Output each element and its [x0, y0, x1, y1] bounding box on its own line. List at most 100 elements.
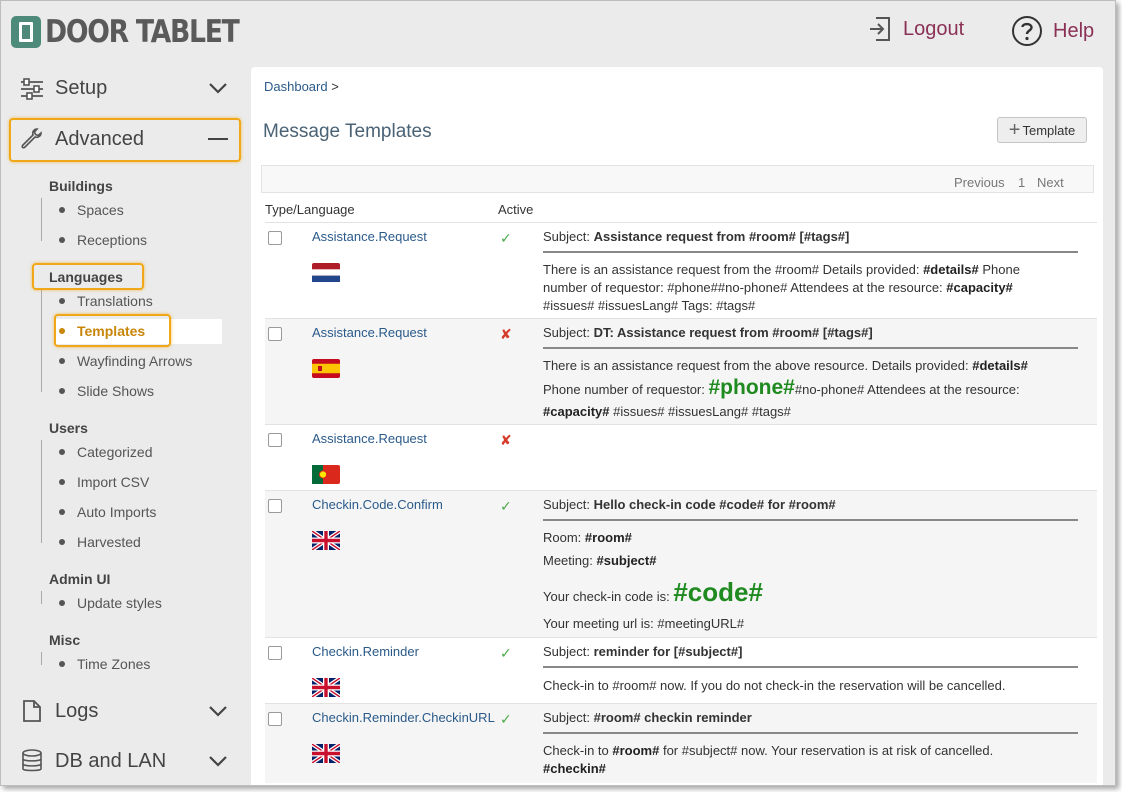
- tree-line: [41, 591, 42, 604]
- subject-label: Subject:: [543, 644, 590, 659]
- divider: [543, 251, 1078, 253]
- template-link[interactable]: Assistance.Request: [312, 229, 427, 244]
- sidebar-item-auto-imports[interactable]: Auto Imports: [59, 502, 156, 522]
- sidebar-item-setup[interactable]: Setup: [19, 77, 107, 100]
- pager-previous[interactable]: Previous: [954, 175, 1005, 190]
- subject-label: Subject:: [543, 710, 590, 725]
- divider: [543, 732, 1078, 734]
- sidebar-db-lan-label: DB and LAN: [55, 749, 167, 772]
- sidebar-setup-label: Setup: [55, 77, 108, 99]
- sidebar-item-update-styles[interactable]: Update styles: [59, 593, 162, 613]
- row-checkbox[interactable]: [268, 712, 282, 726]
- sidebar-item-slideshows[interactable]: Slide Shows: [59, 381, 154, 401]
- body-text: Room: #room#: [543, 530, 632, 545]
- subject-text: Hello check-in code #code# for #room#: [593, 497, 836, 512]
- body-text: Meeting: #subject#: [543, 553, 657, 568]
- door-logo-icon: [11, 16, 41, 48]
- sidebar-group-misc: Misc: [49, 632, 81, 648]
- subject-text: #room# checkin reminder: [593, 710, 752, 725]
- tree-line: [41, 440, 42, 543]
- help-link[interactable]: Help: [1011, 15, 1094, 47]
- divider: [543, 347, 1078, 349]
- pager: Previous 1 Next: [261, 165, 1094, 193]
- subject-label: Subject:: [543, 497, 590, 512]
- body-text: Your check-in code is: #code#: [543, 577, 763, 607]
- table-row: Assistance.Request ✘: [265, 424, 1097, 490]
- breadcrumb: Dashboard >: [264, 79, 339, 94]
- help-circle-icon: [1011, 15, 1043, 47]
- wrench-icon: [19, 127, 45, 151]
- body-text: There is an assistance request from the …: [543, 358, 1028, 373]
- logout-icon: [867, 15, 893, 43]
- body-text: Check-in to #room# for #subject# now. Yo…: [543, 743, 994, 758]
- sidebar-item-categorized[interactable]: Categorized: [59, 442, 153, 462]
- subject-text: Assistance request from #room# [#tags#]: [593, 229, 850, 244]
- body-text: #issues# #issuesLang# Tags: #tags#: [543, 298, 756, 313]
- column-header-active[interactable]: Active: [498, 202, 533, 217]
- sidebar-item-templates[interactable]: Templates: [59, 321, 145, 341]
- body-text: #capacity# #issues# #issuesLang# #tags#: [543, 404, 791, 419]
- row-checkbox[interactable]: [268, 327, 282, 341]
- active-check-icon: ✓: [500, 645, 512, 661]
- inactive-cross-icon: ✘: [500, 326, 512, 342]
- row-checkbox[interactable]: [268, 231, 282, 245]
- inactive-cross-icon: ✘: [500, 432, 512, 448]
- flag-uk-icon: [312, 678, 340, 697]
- breadcrumb-separator: >: [331, 79, 339, 94]
- table-row: Checkin.Code.Confirm ✓ Subject: Hello ch…: [265, 490, 1097, 637]
- sidebar-group-admin-ui: Admin UI: [49, 571, 111, 587]
- template-link[interactable]: Checkin.Reminder.CheckinURL: [312, 710, 495, 725]
- logo-text: DOOR TABLET: [45, 14, 240, 50]
- chevron-down-icon[interactable]: [208, 704, 228, 723]
- sidebar-item-advanced[interactable]: Advanced: [19, 127, 144, 151]
- body-text: Phone number of requestor: #phone##no-ph…: [543, 376, 1020, 399]
- template-link[interactable]: Assistance.Request: [312, 431, 427, 446]
- chevron-down-icon[interactable]: [208, 754, 228, 773]
- pager-page-1[interactable]: 1: [1018, 175, 1025, 190]
- app-window: DOOR TABLET Logout Help Setup Advanced B…: [0, 0, 1116, 786]
- logout-label: Logout: [903, 17, 965, 40]
- sidebar-item-harvested[interactable]: Harvested: [59, 532, 141, 552]
- tree-line: [41, 198, 42, 241]
- active-check-icon: ✓: [500, 498, 512, 514]
- subject-text: reminder for [#subject#]: [593, 644, 743, 659]
- sidebar-item-db-lan[interactable]: DB and LAN: [19, 749, 166, 773]
- pager-next[interactable]: Next: [1037, 175, 1064, 190]
- collapse-minus-icon[interactable]: [208, 138, 228, 140]
- subject-label: Subject:: [543, 325, 590, 340]
- sidebar-item-translations[interactable]: Translations: [59, 291, 153, 311]
- sliders-icon: [19, 77, 45, 100]
- add-template-label: Template: [1022, 122, 1076, 138]
- body-text: number of requestor: #phone##no-phone# A…: [543, 280, 1013, 295]
- template-link[interactable]: Checkin.Code.Confirm: [312, 497, 443, 512]
- body-text: Check-in to #room# now. If you do not ch…: [543, 678, 1006, 693]
- help-label: Help: [1053, 19, 1095, 42]
- template-link[interactable]: Checkin.Reminder: [312, 644, 419, 659]
- flag-netherlands-icon: [312, 263, 340, 282]
- logout-link[interactable]: Logout: [867, 15, 964, 43]
- database-icon: [19, 749, 45, 773]
- logo: DOOR TABLET: [11, 14, 270, 50]
- body-text: #checkin#: [543, 761, 606, 776]
- sidebar-item-import-csv[interactable]: Import CSV: [59, 472, 149, 492]
- row-checkbox[interactable]: [268, 433, 282, 447]
- sidebar-item-logs[interactable]: Logs: [19, 699, 98, 723]
- table-row: Assistance.Request ✘ Subject: DT: Assist…: [265, 318, 1097, 424]
- divider: [543, 519, 1078, 521]
- row-checkbox[interactable]: [268, 499, 282, 513]
- template-link[interactable]: Assistance.Request: [312, 325, 427, 340]
- column-header-type-language[interactable]: Type/Language: [265, 202, 355, 217]
- active-check-icon: ✓: [500, 230, 512, 246]
- sidebar-item-wayfinding[interactable]: Wayfinding Arrows: [59, 351, 192, 371]
- sidebar-item-receptions[interactable]: Receptions: [59, 230, 147, 250]
- sidebar-item-time-zones[interactable]: Time Zones: [59, 654, 150, 674]
- add-template-button[interactable]: + Template: [997, 117, 1087, 143]
- breadcrumb-dashboard[interactable]: Dashboard: [264, 79, 328, 94]
- sidebar-logs-label: Logs: [55, 699, 99, 722]
- sidebar-item-spaces[interactable]: Spaces: [59, 200, 124, 220]
- flag-uk-icon: [312, 744, 340, 763]
- file-icon: [19, 699, 45, 723]
- row-checkbox[interactable]: [268, 646, 282, 660]
- sidebar-group-buildings: Buildings: [49, 178, 113, 194]
- chevron-down-icon[interactable]: [208, 81, 228, 100]
